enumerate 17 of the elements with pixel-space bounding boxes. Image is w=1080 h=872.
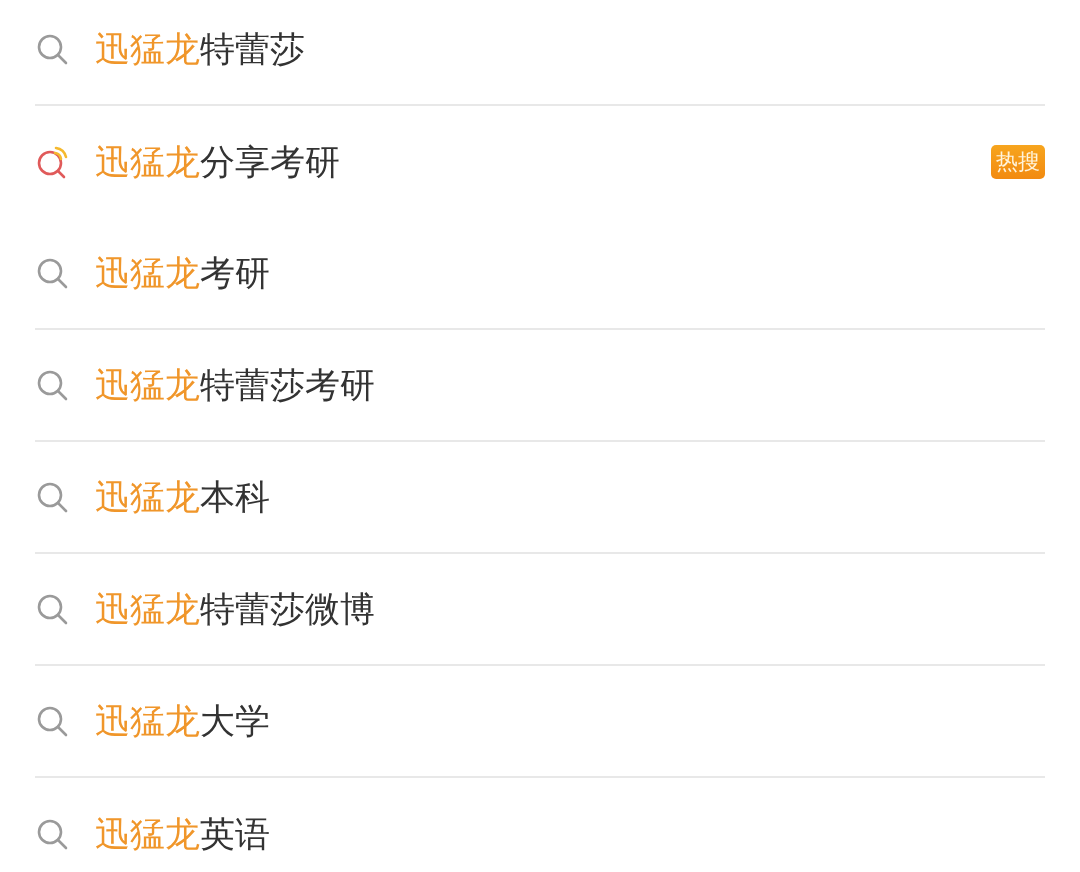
- suggestion-item[interactable]: 迅猛龙大学: [35, 666, 1045, 778]
- hot-badge: 热搜: [991, 145, 1045, 179]
- suggestion-text: 迅猛龙特蕾莎微博: [95, 587, 376, 631]
- suggestion-text: 迅猛龙本科: [95, 475, 271, 519]
- suggestion-item[interactable]: 迅猛龙特蕾莎考研: [35, 330, 1045, 442]
- suggestion-item[interactable]: 迅猛龙分享考研 热搜: [35, 106, 1045, 218]
- suggestion-item[interactable]: 迅猛龙特蕾莎微博: [35, 554, 1045, 666]
- suggestion-text: 迅猛龙英语: [95, 812, 271, 856]
- suggestion-text: 迅猛龙特蕾莎考研: [95, 363, 376, 407]
- suggestion-text: 迅猛龙大学: [95, 699, 271, 743]
- suggestion-item[interactable]: 迅猛龙考研: [35, 218, 1045, 330]
- suggestion-item[interactable]: 迅猛龙英语: [35, 778, 1045, 872]
- suggestion-text: 迅猛龙特蕾莎: [95, 27, 306, 71]
- suggestion-item[interactable]: 迅猛龙特蕾莎: [35, 0, 1045, 106]
- suggestion-text: 迅猛龙考研: [95, 251, 271, 295]
- suggestion-item[interactable]: 迅猛龙本科: [35, 442, 1045, 554]
- suggestion-text: 迅猛龙分享考研: [95, 140, 341, 184]
